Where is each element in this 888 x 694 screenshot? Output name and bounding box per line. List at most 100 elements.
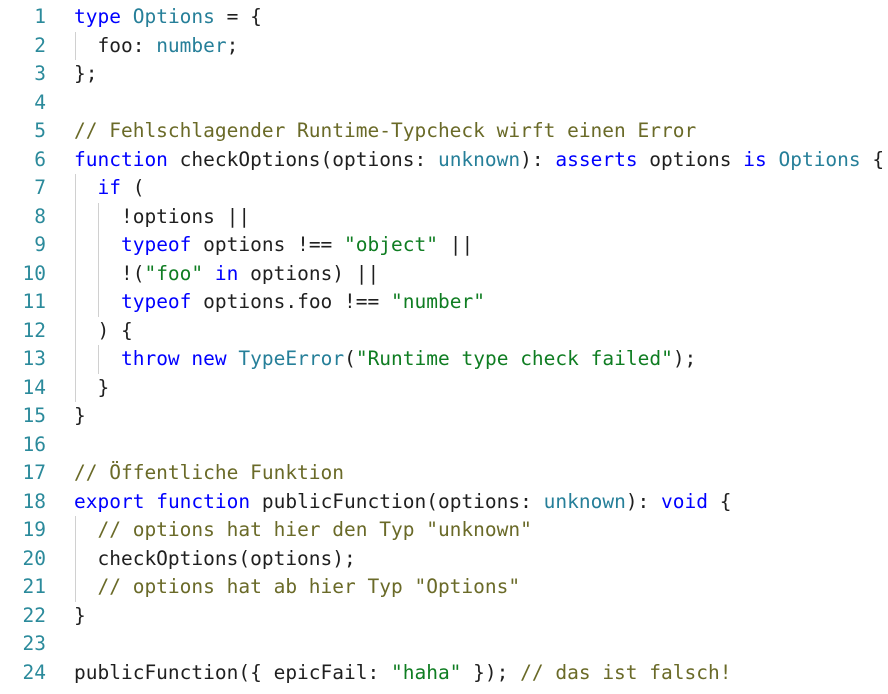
line-number-gutter: 1 2 3 4 5 6 7 8 9 10 11 12 13 14 15 16 17 18 19 20 21 22 23 24 bbox=[0, 0, 60, 694]
code-token: "haha" bbox=[390, 660, 462, 684]
code-line[interactable]: !("foo" in options) || bbox=[74, 260, 379, 289]
indent-guide bbox=[98, 202, 100, 317]
code-line[interactable]: publicFunction({ epicFail: "haha" }); //… bbox=[74, 659, 731, 688]
code-line[interactable]: export function publicFunction(options: … bbox=[74, 488, 732, 517]
code-line[interactable]: } bbox=[74, 402, 86, 431]
code-token: ) { bbox=[74, 318, 133, 342]
code-token: { bbox=[708, 489, 732, 513]
code-line[interactable]: // Fehlschlagender Runtime-Typcheck wirf… bbox=[74, 117, 696, 146]
code-editor[interactable]: 1 2 3 4 5 6 7 8 9 10 11 12 13 14 15 16 17 18 19 20 21 22 23 24 … bbox=[0, 0, 888, 694]
code-area[interactable]: type Options = { foo: number;}; // Fehlsc… bbox=[74, 0, 888, 694]
code-line[interactable]: throw new TypeError("Runtime type check … bbox=[74, 345, 696, 374]
code-token: ): bbox=[625, 489, 662, 513]
line-number: 9 bbox=[34, 233, 46, 256]
line-number: 15 bbox=[22, 404, 46, 427]
line-number: 2 bbox=[34, 33, 46, 57]
code-token: !( bbox=[74, 261, 145, 285]
code-token: // das ist falsch! bbox=[520, 660, 732, 684]
code-token: function bbox=[74, 147, 168, 171]
code-token: typeof bbox=[120, 233, 192, 256]
code-line[interactable]: !options || bbox=[74, 203, 250, 232]
code-token: asserts bbox=[555, 147, 638, 171]
code-token: Options bbox=[132, 5, 215, 28]
line-number: 18 bbox=[22, 489, 46, 513]
line-number: 21 bbox=[22, 575, 46, 598]
code-line[interactable]: // options hat ab hier Typ "Options" bbox=[74, 573, 520, 602]
code-token: foo: bbox=[74, 33, 157, 57]
code-line[interactable]: // options hat hier den Typ "unknown" bbox=[74, 516, 531, 545]
code-token: if bbox=[97, 176, 121, 199]
code-token: // Öffentliche Funktion bbox=[74, 461, 345, 484]
code-token: publicFunction(options: bbox=[250, 489, 544, 513]
code-token: "number" bbox=[391, 290, 485, 313]
code-line[interactable]: }; bbox=[74, 60, 97, 89]
code-token: }); bbox=[461, 660, 521, 684]
code-token: } bbox=[74, 404, 86, 427]
indent-guide bbox=[75, 31, 76, 60]
line-number: 16 bbox=[22, 432, 46, 456]
code-token: throw bbox=[120, 347, 180, 370]
line-number: 14 bbox=[22, 375, 46, 399]
code-line[interactable]: } bbox=[74, 374, 109, 403]
code-token: checkOptions(options); bbox=[74, 546, 356, 570]
code-token: = { bbox=[214, 5, 262, 28]
code-token: ); bbox=[672, 347, 697, 370]
line-number: 13 bbox=[22, 347, 46, 370]
line-number: 3 bbox=[34, 62, 46, 85]
code-token: typeof bbox=[120, 290, 192, 313]
code-line[interactable]: ) { bbox=[74, 317, 133, 346]
code-token: || bbox=[437, 233, 474, 256]
code-token: function bbox=[156, 489, 251, 513]
code-token: "Runtime type check failed" bbox=[355, 347, 673, 370]
code-token: } bbox=[74, 375, 110, 399]
code-token: type bbox=[74, 5, 121, 28]
line-number: 10 bbox=[22, 261, 46, 285]
line-number: 6 bbox=[34, 147, 46, 171]
code-token: Options bbox=[778, 147, 861, 171]
code-token: ( bbox=[120, 176, 145, 199]
code-line[interactable]: typeof options !== "object" || bbox=[74, 231, 473, 260]
code-line[interactable]: checkOptions(options); bbox=[74, 545, 356, 574]
code-token: options.foo !== bbox=[191, 290, 392, 313]
line-number: 19 bbox=[22, 518, 46, 541]
indent-guide bbox=[75, 174, 76, 402]
line-number: 1 bbox=[34, 5, 46, 28]
line-number: 22 bbox=[22, 603, 46, 627]
code-line[interactable]: // Öffentliche Funktion bbox=[74, 459, 344, 488]
indent-guide bbox=[75, 516, 76, 602]
code-token: unknown bbox=[437, 147, 521, 171]
code-token: { bbox=[860, 147, 885, 171]
code-token: number bbox=[156, 33, 227, 57]
code-line[interactable]: } bbox=[74, 602, 86, 631]
code-token: in bbox=[214, 261, 239, 285]
code-token: unknown bbox=[543, 489, 626, 513]
code-token: ): bbox=[520, 147, 556, 171]
code-token: ; bbox=[226, 33, 239, 57]
line-number: 11 bbox=[22, 290, 46, 313]
code-line[interactable]: if ( bbox=[74, 174, 144, 203]
code-token: options bbox=[637, 147, 744, 171]
code-line[interactable]: type Options = { bbox=[74, 3, 262, 32]
code-token: export bbox=[74, 489, 145, 513]
line-number: 20 bbox=[22, 546, 46, 570]
code-token: // options hat ab hier Typ "Options" bbox=[97, 575, 521, 598]
code-line[interactable]: foo: number; bbox=[74, 32, 238, 61]
line-number: 24 bbox=[22, 660, 46, 684]
code-token: ( bbox=[344, 347, 356, 370]
code-token: "foo" bbox=[144, 261, 204, 285]
code-token: publicFunction({ epicFail: bbox=[74, 660, 391, 684]
line-number: 8 bbox=[34, 204, 46, 228]
code-line[interactable]: typeof options.foo !== "number" bbox=[74, 288, 485, 317]
code-line[interactable]: function checkOptions(options: unknown):… bbox=[74, 146, 884, 175]
code-token: checkOptions(options: bbox=[167, 147, 438, 171]
code-token: options !== bbox=[191, 233, 345, 256]
code-token: void bbox=[661, 489, 709, 513]
